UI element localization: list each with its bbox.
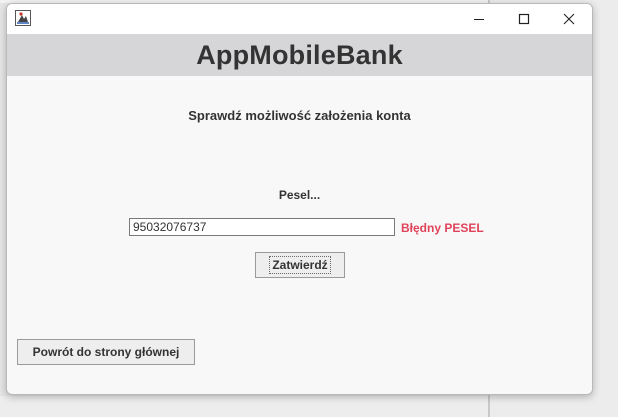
minimize-button[interactable] <box>456 4 502 34</box>
title-bar[interactable] <box>7 4 592 34</box>
maximize-button[interactable] <box>501 4 547 34</box>
pesel-label: Pesel... <box>278 188 321 202</box>
back-to-home-button[interactable]: Powrót do strony głównej <box>17 339 195 365</box>
close-button[interactable] <box>546 4 592 34</box>
java-app-icon <box>15 10 31 26</box>
app-window: AppMobileBank Sprawdź możliwość założeni… <box>6 3 593 395</box>
minimize-icon <box>474 19 484 20</box>
app-title: AppMobileBank <box>196 39 403 70</box>
form-subtitle: Sprawdź możliwość założenia konta <box>188 108 411 123</box>
pesel-input[interactable] <box>129 218 395 236</box>
maximize-icon <box>518 13 530 25</box>
submit-button-label: Zatwierdź <box>269 256 331 274</box>
desktop-background-bottom <box>0 396 488 417</box>
close-icon <box>563 13 575 25</box>
submit-button[interactable]: Zatwierdź <box>255 252 345 278</box>
app-header: AppMobileBank <box>7 34 592 76</box>
back-to-home-label: Powrót do strony głównej <box>32 345 180 359</box>
pesel-error-message: Błędny PESEL <box>401 221 484 235</box>
